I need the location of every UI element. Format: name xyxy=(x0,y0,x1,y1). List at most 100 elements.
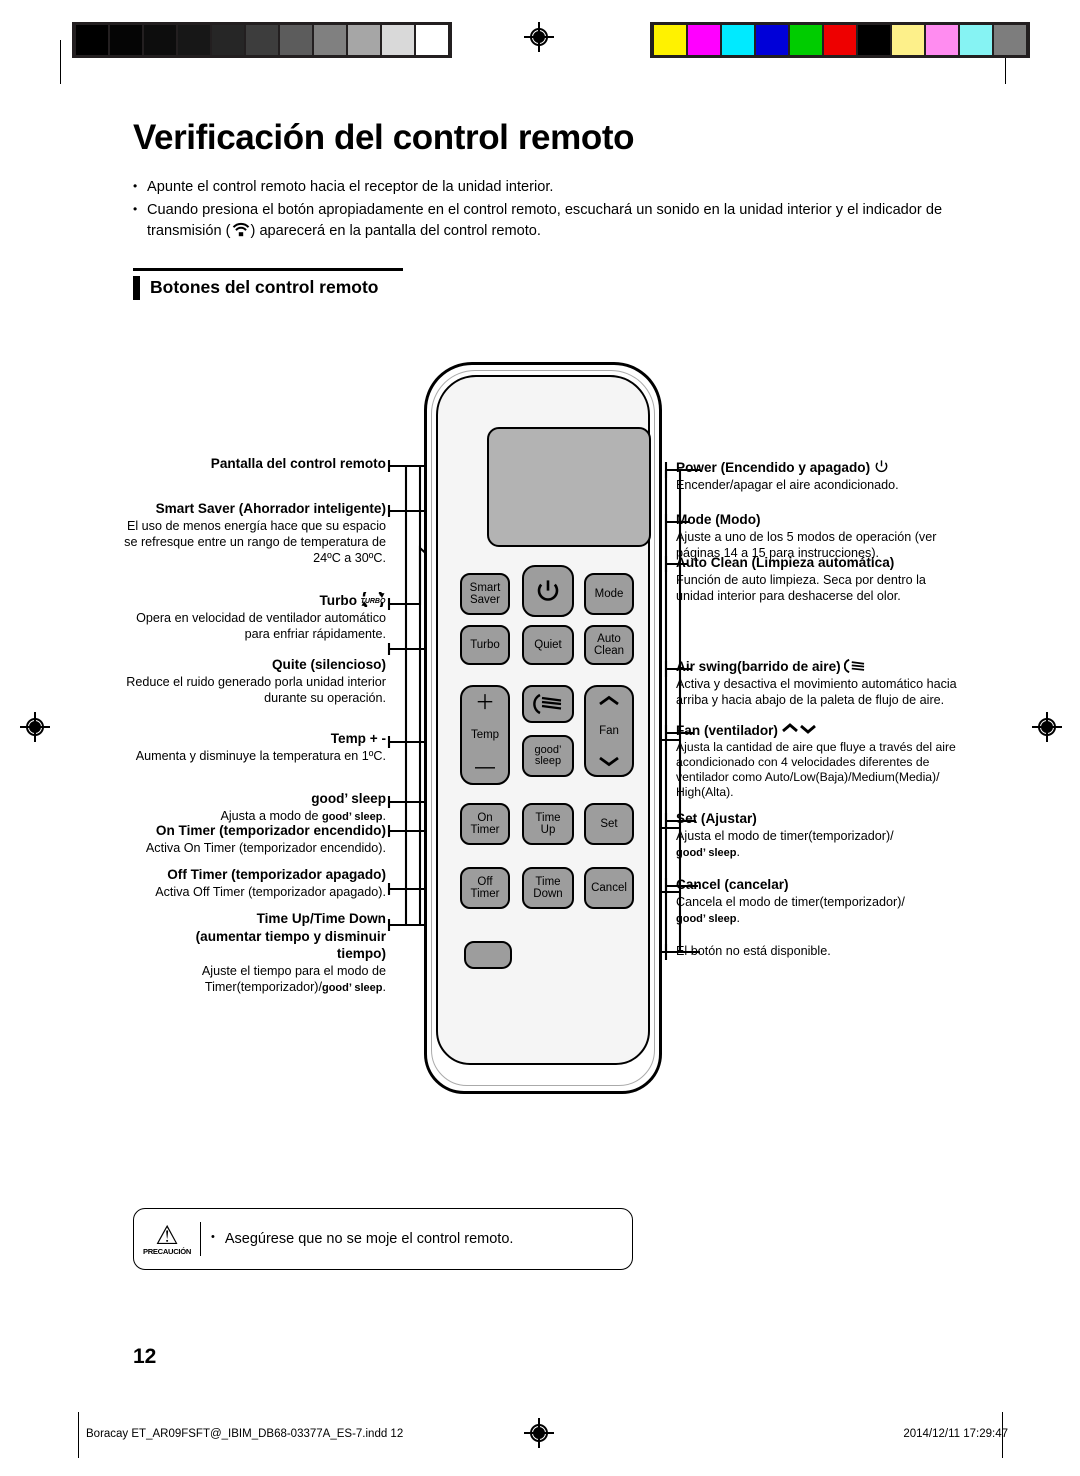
callout-body-bold: good’ sleep xyxy=(321,981,383,994)
callout-time-up-down: Time Up/Time Down (aumentar tiempo y dis… xyxy=(120,910,386,996)
page-number: 12 xyxy=(133,1345,157,1368)
callout-body-line2: arriba y hacia abajo de la paleta de flu… xyxy=(676,692,945,707)
remote-button-mode[interactable]: Mode xyxy=(584,573,634,615)
color-swatch xyxy=(688,25,720,55)
btn-label-line1: Time xyxy=(535,811,561,824)
temp-down-glyph: — xyxy=(475,756,495,778)
section-heading-block: Botones del control remoto xyxy=(133,268,413,300)
callout-body-line1: Función de auto limpieza. Seca por dentr… xyxy=(676,572,926,587)
grayscale-swatch xyxy=(144,25,176,55)
callout-body: El botón no está disponible. xyxy=(676,944,831,958)
remote-button-auto-clean[interactable]: Auto Clean xyxy=(584,625,634,665)
callout-body-line4: High(Alta). xyxy=(676,785,734,800)
callout-body-post: . xyxy=(736,844,741,859)
grayscale-swatch xyxy=(110,25,142,55)
callout-heading: Turbo TURBO xyxy=(120,586,386,613)
chevron-up-icon xyxy=(599,695,619,706)
color-swatch xyxy=(654,25,686,55)
callout-body-pre: Ajusta a modo de xyxy=(220,808,322,823)
callout-body-line3: ventilador como Auto/Low(Baja)/Medium(Me… xyxy=(676,769,940,784)
callout-heading-line2: (aumentar tiempo y disminuir xyxy=(195,928,386,944)
chevron-down-icon xyxy=(599,756,619,767)
remote-control-illustration: Smart Saver Mode Turbo Quiet Auto Clean … xyxy=(418,362,670,1102)
callout-body: Activa Off Timer (temporizador apagado). xyxy=(155,884,386,899)
callout-heading-text: Fan (ventilador) xyxy=(676,723,778,738)
btn-label-line2: Saver xyxy=(469,594,501,606)
callout-heading: Power (Encendido y apagado) xyxy=(676,459,976,477)
color-swatch xyxy=(960,25,992,55)
color-swatch xyxy=(926,25,958,55)
callout-quiet: Quite (silencioso) Reduce el ruido gener… xyxy=(120,656,386,706)
callout-display: Pantalla del control remoto xyxy=(120,455,386,473)
btn-label-line1: On xyxy=(477,811,493,824)
color-swatch xyxy=(722,25,754,55)
callout-body-line2: unidad interior para deshacerse del olor… xyxy=(676,588,901,603)
color-swatch xyxy=(824,25,856,55)
caution-box: ⚠ PRECAUCIÓN Asegúrese que no se moje el… xyxy=(133,1208,633,1270)
callout-set: Set (Ajustar) Ajusta el modo de timer(te… xyxy=(676,810,976,861)
callout-heading-text: Turbo xyxy=(319,593,358,608)
callout-heading: Mode (Modo) xyxy=(676,512,761,527)
callout-heading: Off Timer (temporizador apagado) xyxy=(167,867,386,882)
callout-body-line1: Activa y desactiva el movimiento automát… xyxy=(676,676,957,691)
btn-label-line1: Cancel xyxy=(591,881,627,894)
grayscale-swatch xyxy=(348,25,380,55)
remote-button-on-timer[interactable]: On Timer xyxy=(460,803,510,845)
callout-heading: On Timer (temporizador encendido) xyxy=(155,823,386,838)
callout-heading: Fan (ventilador) xyxy=(676,722,978,740)
remote-button-unavailable[interactable] xyxy=(464,941,512,969)
btn-label-line1: Smart xyxy=(469,581,501,594)
grayscale-swatch xyxy=(246,25,278,55)
intro-bullet-1-text: Apunte el control remoto hacia el recept… xyxy=(147,179,554,195)
remote-button-power[interactable] xyxy=(522,565,574,617)
btn-label-line1: Fan xyxy=(599,724,619,737)
callout-body-bold: good’ sleep xyxy=(676,912,737,925)
remote-button-turbo[interactable]: Turbo xyxy=(460,625,510,665)
btn-label-line1: Quiet xyxy=(534,638,562,651)
callout-body-pre: Timer(temporizador)/ xyxy=(204,979,322,994)
footer-filename: Boracay ET_AR09FSFT@_IBIM_DB68-03377A_ES… xyxy=(86,1428,404,1440)
callout-heading-text: Power (Encendido y apagado) xyxy=(676,460,871,475)
remote-button-set[interactable]: Set xyxy=(584,803,634,845)
remote-button-good-sleep[interactable]: good’ sleep xyxy=(522,735,574,777)
callout-heading: Smart Saver (Ahorrador inteligente) xyxy=(155,501,386,516)
callout-body: Activa On Timer (temporizador encendido)… xyxy=(145,840,386,855)
callout-cancel: Cancel (cancelar) Cancela el modo de tim… xyxy=(676,876,976,927)
warning-triangle-icon: ⚠ xyxy=(155,1219,179,1250)
remote-button-time-down[interactable]: Time Down xyxy=(522,867,574,909)
callout-heading: Temp + - xyxy=(330,731,386,746)
btn-label-line1: Temp xyxy=(470,728,500,741)
callout-body-line2: acondicionado con 4 velocidades diferent… xyxy=(676,754,930,769)
remote-button-cancel[interactable]: Cancel xyxy=(584,867,634,909)
remote-button-fan[interactable]: Fan xyxy=(584,685,634,777)
callout-power: Power (Encendido y apagado) Encender/apa… xyxy=(676,459,976,493)
callout-heading: Pantalla del control remoto xyxy=(210,456,386,471)
btn-label-line2: Up xyxy=(540,824,556,836)
intro-bullet-1: Apunte el control remoto hacia el recept… xyxy=(133,176,953,198)
remote-button-off-timer[interactable]: Off Timer xyxy=(460,867,510,909)
footer-crop-left xyxy=(78,1412,79,1458)
section-heading-text: Botones del control remoto xyxy=(150,276,379,297)
remote-button-air-swing[interactable] xyxy=(522,685,574,723)
registration-mark-bottom xyxy=(524,1418,554,1448)
air-swing-icon xyxy=(533,693,562,715)
callout-body: Encender/apagar el aire acondicionado. xyxy=(676,477,899,492)
callout-body-line1: Ajuste el tiempo para el modo de xyxy=(201,963,386,978)
remote-button-smart-saver[interactable]: Smart Saver xyxy=(460,573,510,615)
air-swing-icon xyxy=(843,658,864,674)
intro-bullet-list: Apunte el control remoto hacia el recept… xyxy=(133,176,953,244)
remote-button-time-up[interactable]: Time Up xyxy=(522,803,574,845)
remote-button-quiet[interactable]: Quiet xyxy=(522,625,574,665)
registration-mark-left xyxy=(20,712,50,742)
callout-smart-saver: Smart Saver (Ahorrador inteligente) El u… xyxy=(120,500,386,566)
callout-body-line1: Ajusta el modo de timer(temporizador)/ xyxy=(676,828,894,843)
remote-button-temp[interactable]: ＋ Temp — xyxy=(460,685,510,785)
callout-heading: good’ sleep xyxy=(311,791,386,806)
remote-display-screen xyxy=(487,427,651,547)
callout-body-post: . xyxy=(736,910,741,925)
callout-body: El uso de menos energía hace que su espa… xyxy=(124,518,386,565)
callout-body-line1: Cancela el modo de timer(temporizador)/ xyxy=(676,894,905,909)
color-swatch xyxy=(858,25,890,55)
transmission-icon xyxy=(232,222,249,237)
footer-timestamp: 2014/12/11 17:29:47 xyxy=(903,1428,1008,1440)
